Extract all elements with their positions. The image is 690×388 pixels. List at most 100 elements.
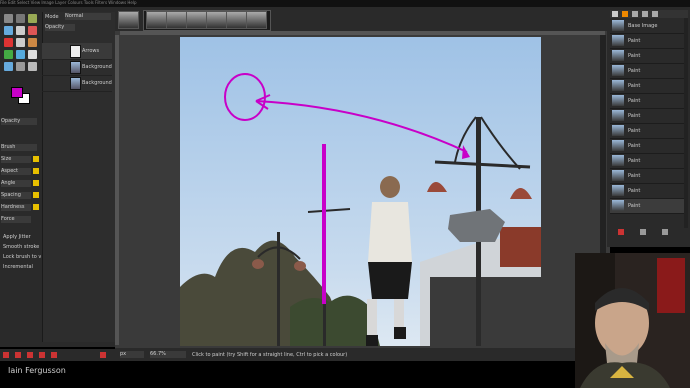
layer-label: Arrows: [82, 48, 100, 54]
history-item[interactable]: Paint: [610, 199, 684, 214]
lower-layer-icon[interactable]: [27, 352, 33, 358]
history-item[interactable]: Paint: [610, 184, 684, 199]
layer-row[interactable]: Arrows: [42, 43, 112, 60]
clear-history-icon[interactable]: [662, 229, 668, 235]
delete-layer-icon[interactable]: [100, 352, 106, 358]
tool-option-row[interactable]: Spacing: [1, 192, 31, 199]
ruler-left: [115, 35, 119, 345]
crop-icon[interactable]: [4, 26, 13, 35]
foreground-color-swatch[interactable]: [11, 87, 23, 98]
move-icon[interactable]: [16, 26, 25, 35]
history-item[interactable]: Paint: [610, 64, 684, 79]
presenter-caption: Iain Fergusson: [8, 366, 66, 375]
history-label: Paint: [628, 128, 641, 134]
reset-icon[interactable]: [33, 192, 39, 198]
raise-layer-icon[interactable]: [15, 352, 21, 358]
menu-bar[interactable]: File Edit Select View Image Layer Colour…: [0, 0, 690, 7]
rect-select-icon[interactable]: [4, 14, 13, 23]
layer-opacity-label: Opacity: [45, 24, 75, 31]
history-label: Paint: [628, 83, 641, 89]
checkbox-option[interactable]: Apply Jitter: [3, 234, 41, 240]
fuzzy-select-icon[interactable]: [28, 14, 37, 23]
layer-mode-select[interactable]: Normal: [65, 13, 111, 20]
zoom-select[interactable]: 66.7%: [150, 351, 186, 358]
text-icon[interactable]: [28, 26, 37, 35]
layer-label: Background: [82, 80, 112, 86]
history-item[interactable]: Paint: [610, 34, 684, 49]
image-tab[interactable]: [186, 11, 207, 29]
tab-icon[interactable]: [612, 11, 618, 17]
tab-icon[interactable]: [632, 11, 638, 17]
history-label: Paint: [628, 113, 641, 119]
reset-icon[interactable]: [33, 180, 39, 186]
clone-icon[interactable]: [16, 38, 25, 47]
layer-label: Background copy: [82, 64, 112, 70]
history-item[interactable]: Paint: [610, 169, 684, 184]
new-layer-icon[interactable]: [3, 352, 9, 358]
history-label: Base Image: [628, 23, 658, 29]
redo-icon[interactable]: [640, 229, 646, 235]
tool-option-row[interactable]: Brush: [1, 144, 37, 151]
reset-icon[interactable]: [33, 204, 39, 210]
bucket-fill-icon[interactable]: [4, 50, 13, 59]
tool-option-row[interactable]: Opacity: [1, 118, 37, 125]
history-label: Paint: [628, 158, 641, 164]
history-thumbnail: [612, 110, 624, 121]
eraser-icon[interactable]: [28, 50, 37, 59]
history-scrollbar[interactable]: [684, 18, 688, 228]
history-item[interactable]: Paint: [610, 79, 684, 94]
tool-option-row[interactable]: Aspect: [1, 168, 31, 175]
layer-row[interactable]: Background copy: [42, 59, 112, 76]
history-thumbnail: [612, 50, 624, 61]
history-thumbnail: [612, 155, 624, 166]
image-tab[interactable]: [118, 11, 139, 29]
reset-icon[interactable]: [33, 156, 39, 162]
tool-options-panel: Opacity Brush Size Aspect Angle Spacing …: [0, 108, 42, 278]
status-message: Click to paint (try Shift for a straight…: [192, 352, 348, 358]
measure-icon[interactable]: [28, 62, 37, 71]
history-item[interactable]: Paint: [610, 94, 684, 109]
free-select-icon[interactable]: [16, 14, 25, 23]
layer-thumbnail: [70, 77, 81, 90]
heal-icon[interactable]: [4, 38, 13, 47]
ruler-top: [120, 31, 605, 35]
color-picker-icon[interactable]: [4, 62, 13, 71]
history-item[interactable]: Paint: [610, 49, 684, 64]
layer-row[interactable]: Background: [42, 75, 112, 92]
image-tab[interactable]: [226, 11, 247, 29]
undo-icon[interactable]: [618, 229, 624, 235]
history-label: Paint: [628, 188, 641, 194]
tab-icon[interactable]: [642, 11, 648, 17]
tool-option-row[interactable]: Angle: [1, 180, 31, 187]
checkbox-option[interactable]: Smooth stroke: [3, 244, 41, 250]
history-item[interactable]: Paint: [610, 109, 684, 124]
history-thumbnail: [612, 20, 624, 31]
canvas-image[interactable]: [180, 37, 541, 346]
unit-select[interactable]: px: [120, 351, 144, 358]
history-label: Paint: [628, 68, 641, 74]
checkbox-option[interactable]: Incremental: [3, 264, 41, 270]
tool-option-row[interactable]: Size: [1, 156, 31, 163]
history-item[interactable]: Paint: [610, 139, 684, 154]
image-tab[interactable]: [166, 11, 187, 29]
tool-option-row[interactable]: Force: [1, 216, 31, 223]
reset-icon[interactable]: [33, 168, 39, 174]
checkbox-option[interactable]: Lock brush to view: [3, 254, 41, 260]
tab-icon[interactable]: [622, 11, 628, 17]
image-tab[interactable]: [246, 11, 267, 29]
history-thumbnail: [612, 170, 624, 181]
duplicate-layer-icon[interactable]: [39, 352, 45, 358]
image-tab[interactable]: [206, 11, 227, 29]
paintbrush-icon[interactable]: [28, 38, 37, 47]
image-tab[interactable]: [146, 11, 167, 29]
zoom-icon[interactable]: [16, 62, 25, 71]
history-item[interactable]: Base Image: [610, 19, 684, 34]
tab-icon[interactable]: [652, 11, 658, 17]
dock-tabs: [610, 10, 688, 18]
history-item[interactable]: Paint: [610, 124, 684, 139]
gradient-icon[interactable]: [16, 50, 25, 59]
anchor-layer-icon[interactable]: [51, 352, 57, 358]
tool-option-row[interactable]: Hardness: [1, 204, 31, 211]
history-item[interactable]: Paint: [610, 154, 684, 169]
history-thumbnail: [612, 95, 624, 106]
